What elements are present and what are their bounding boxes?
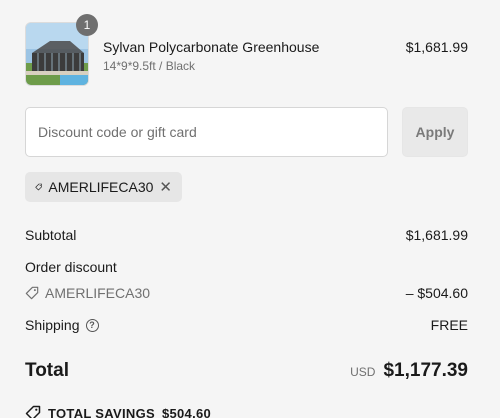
order-discount-code: AMERLIFECA30 [45,285,151,301]
total-savings-label: TOTAL SAVINGS [48,405,155,418]
shipping-line: Shipping ? [25,317,99,333]
product-name: Sylvan Polycarbonate Greenhouse [103,39,320,55]
order-discount-value: – $504.60 [405,285,468,301]
product-thumbnail-wrapper: 1 [25,14,98,86]
shipping-value: FREE [430,317,468,333]
order-discount-label: Order discount [25,259,117,275]
discount-code-input[interactable] [25,107,388,157]
total-savings-value: $504.60 [161,405,212,418]
shipping-label: Shipping [25,317,80,333]
tag-icon [25,286,39,300]
total-amount: USD $1,177.39 [350,360,468,382]
total-savings: TOTAL SAVINGS $504.60 [25,405,211,418]
subtotal-value: $1,681.99 [405,227,468,243]
order-discount-code-line: AMERLIFECA30 [25,285,150,301]
total-label: Total [25,360,69,381]
tag-icon [25,405,41,418]
product-variant: 14*9*9.5ft / Black [103,59,196,73]
subtotal-label: Subtotal [25,227,77,243]
total-value: $1,177.39 [383,360,468,381]
product-price: $1,681.99 [405,39,468,55]
tag-icon [35,183,42,191]
quantity-badge: 1 [76,14,98,36]
currency-code: USD [350,365,376,379]
question-circle-icon[interactable]: ? [85,318,99,332]
applied-discount-code: AMERLIFECA30 [48,179,154,195]
applied-discount-chip: AMERLIFECA30 ✕ [25,172,182,202]
apply-discount-button[interactable]: Apply [402,107,468,157]
remove-discount-close-icon[interactable]: ✕ [159,180,172,195]
